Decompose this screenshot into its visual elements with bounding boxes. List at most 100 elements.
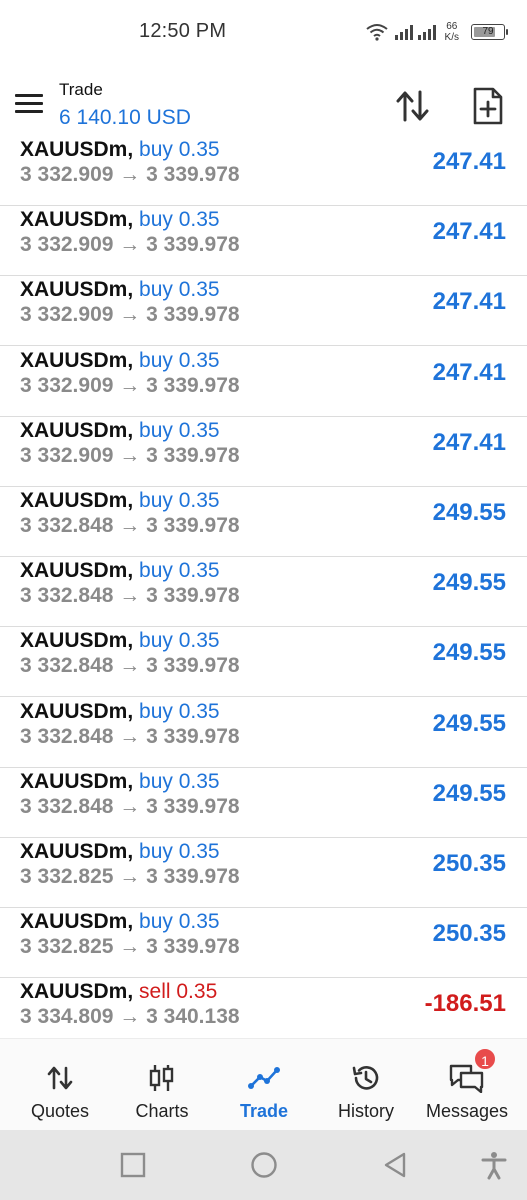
history-icon (351, 1063, 381, 1093)
nav-label-quotes: Quotes (30, 1101, 90, 1121)
position-row[interactable]: XAUUSDm, sell 0.35 3 334.809 → 3 340.138-… (0, 978, 527, 1038)
position-row[interactable]: XAUUSDm, buy 0.35 3 332.825 → 3 339.978 25… (0, 838, 527, 908)
position-open-price: 3 332.848 (20, 724, 114, 748)
position-profit: -186.51 (424, 990, 506, 1018)
page-title: Trade (59, 80, 103, 99)
position-current-price: 3 339.978 (146, 654, 240, 678)
position-prices: 3 332.848 → 3 339.978 (20, 795, 240, 819)
price-arrow: → (119, 584, 141, 608)
position-row[interactable]: XAUUSDm, buy 0.35 3 332.909 → 3 339.978 24… (0, 276, 527, 347)
position-direction: buy 0.35 (139, 278, 220, 302)
position-row[interactable]: XAUUSDm, buy 0.35 3 332.848 → 3 339.978 24… (0, 698, 527, 768)
position-symbol: XAUUSDm, (20, 278, 134, 302)
position-prices: 3 332.909 → 3 339.978 (20, 303, 240, 327)
price-arrow: → (119, 865, 141, 888)
accessibility-icon[interactable] (479, 1150, 509, 1180)
menu-icon[interactable] (15, 94, 43, 114)
nav-trade[interactable]: Trade (226, 1039, 302, 1131)
position-current-price: 3 339.978 (146, 794, 240, 818)
position-symbol: XAUUSDm, (20, 910, 134, 934)
system-navigation-bar (0, 1130, 527, 1200)
position-symbol: XAUUSDm, (20, 980, 134, 1004)
position-title: XAUUSDm, buy 0.35 (20, 278, 220, 302)
price-arrow: → (119, 724, 141, 748)
position-current-price: 3 339.978 (146, 724, 240, 748)
position-prices: 3 332.909 → 3 339.978 (20, 444, 240, 468)
position-symbol: XAUUSDm, (20, 208, 134, 232)
price-arrow: → (119, 935, 141, 959)
messages-badge: 1 (473, 1047, 497, 1071)
position-current-price: 3 340.138 (146, 1005, 240, 1029)
position-profit: 249.55 (432, 639, 506, 667)
position-symbol: XAUUSDm, (20, 769, 134, 793)
position-direction: buy 0.35 (139, 910, 220, 934)
position-title: XAUUSDm, buy 0.35 (20, 140, 220, 162)
position-direction: buy 0.35 (139, 629, 220, 653)
position-profit: 249.55 (432, 569, 506, 597)
position-row[interactable]: XAUUSDm, buy 0.35 3 332.909 → 3 339.978 24… (0, 347, 527, 417)
position-open-price: 3 332.848 (20, 584, 114, 608)
position-prices: 3 332.825 → 3 339.978 (20, 935, 240, 959)
position-row[interactable]: XAUUSDm, buy 0.35 3 332.848 → 3 339.978 24… (0, 627, 527, 698)
position-prices: 3 332.909 → 3 339.978 (20, 374, 240, 398)
signal-icon (394, 23, 439, 41)
messages-icon: 1 (449, 1047, 497, 1093)
position-prices: 3 332.909 → 3 339.978 (20, 233, 240, 257)
position-direction: buy 0.35 (139, 348, 220, 372)
position-current-price: 3 339.978 (146, 865, 240, 888)
position-profit: 250.35 (432, 850, 506, 877)
position-open-price: 3 332.848 (20, 794, 114, 818)
position-current-price: 3 339.978 (146, 443, 240, 467)
back-icon[interactable] (380, 1150, 410, 1180)
position-row[interactable]: XAUUSDm, buy 0.35 3 332.848 → 3 339.978 24… (0, 557, 527, 628)
position-row[interactable]: XAUUSDm, buy 0.35 3 332.848 → 3 339.978 24… (0, 768, 527, 838)
battery-icon: 79 (471, 24, 508, 40)
position-title: XAUUSDm, buy 0.35 (20, 629, 220, 653)
positions-list[interactable]: XAUUSDm, buy 0.35 3 332.909 → 3 339.978 24… (0, 140, 527, 1038)
position-open-price: 3 332.909 (20, 373, 114, 397)
position-open-price: 3 332.848 (20, 654, 114, 678)
price-arrow: → (119, 163, 141, 186)
position-symbol: XAUUSDm, (20, 629, 134, 653)
nav-charts[interactable]: Charts (124, 1039, 200, 1131)
position-symbol: XAUUSDm, (20, 559, 134, 583)
position-profit: 247.41 (432, 148, 506, 175)
position-symbol: XAUUSDm, (20, 140, 134, 161)
position-current-price: 3 339.978 (146, 935, 240, 959)
position-row[interactable]: XAUUSDm, buy 0.35 3 332.909 → 3 339.978 24… (0, 140, 527, 206)
position-title: XAUUSDm, buy 0.35 (20, 489, 220, 513)
position-prices: 3 334.809 → 3 340.138 (20, 1005, 240, 1029)
position-row[interactable]: XAUUSDm, buy 0.35 3 332.909 → 3 339.978 24… (0, 206, 527, 277)
position-title: XAUUSDm, buy 0.35 (20, 840, 220, 864)
home-icon[interactable] (249, 1150, 279, 1180)
position-direction: buy 0.35 (139, 489, 220, 512)
position-row[interactable]: XAUUSDm, buy 0.35 3 332.909 → 3 339.978 24… (0, 417, 527, 487)
nav-label-trade: Trade (239, 1101, 289, 1121)
position-prices: 3 332.848 → 3 339.978 (20, 584, 240, 608)
charts-icon (149, 1063, 175, 1093)
recents-icon[interactable] (118, 1150, 148, 1180)
position-symbol: XAUUSDm, (20, 840, 134, 863)
position-profit: 249.55 (432, 499, 506, 526)
price-arrow: → (119, 373, 141, 397)
position-current-price: 3 339.978 (146, 514, 240, 537)
nav-history[interactable]: History (326, 1039, 406, 1131)
position-title: XAUUSDm, buy 0.35 (20, 559, 220, 583)
nav-quotes[interactable]: Quotes (22, 1039, 98, 1131)
sort-icon[interactable] (394, 88, 432, 124)
new-order-icon[interactable] (470, 86, 506, 126)
nav-messages[interactable]: 1 Messages (421, 1039, 513, 1131)
net-speed-unit: K/s (444, 32, 459, 43)
position-prices: 3 332.825 → 3 339.978 (20, 865, 240, 889)
quotes-icon (47, 1063, 73, 1093)
position-title: XAUUSDm, buy 0.35 (20, 208, 220, 232)
position-current-price: 3 339.978 (146, 163, 240, 186)
price-arrow: → (119, 794, 141, 818)
position-row[interactable]: XAUUSDm, buy 0.35 3 332.848 → 3 339.978 24… (0, 487, 527, 557)
position-title: XAUUSDm, buy 0.35 (20, 910, 220, 934)
position-row[interactable]: XAUUSDm, buy 0.35 3 332.825 → 3 339.978 25… (0, 908, 527, 979)
account-balance: 6 140.10 USD (59, 106, 191, 129)
position-open-price: 3 332.909 (20, 303, 114, 327)
price-arrow: → (119, 1005, 141, 1029)
position-current-price: 3 339.978 (146, 303, 240, 327)
